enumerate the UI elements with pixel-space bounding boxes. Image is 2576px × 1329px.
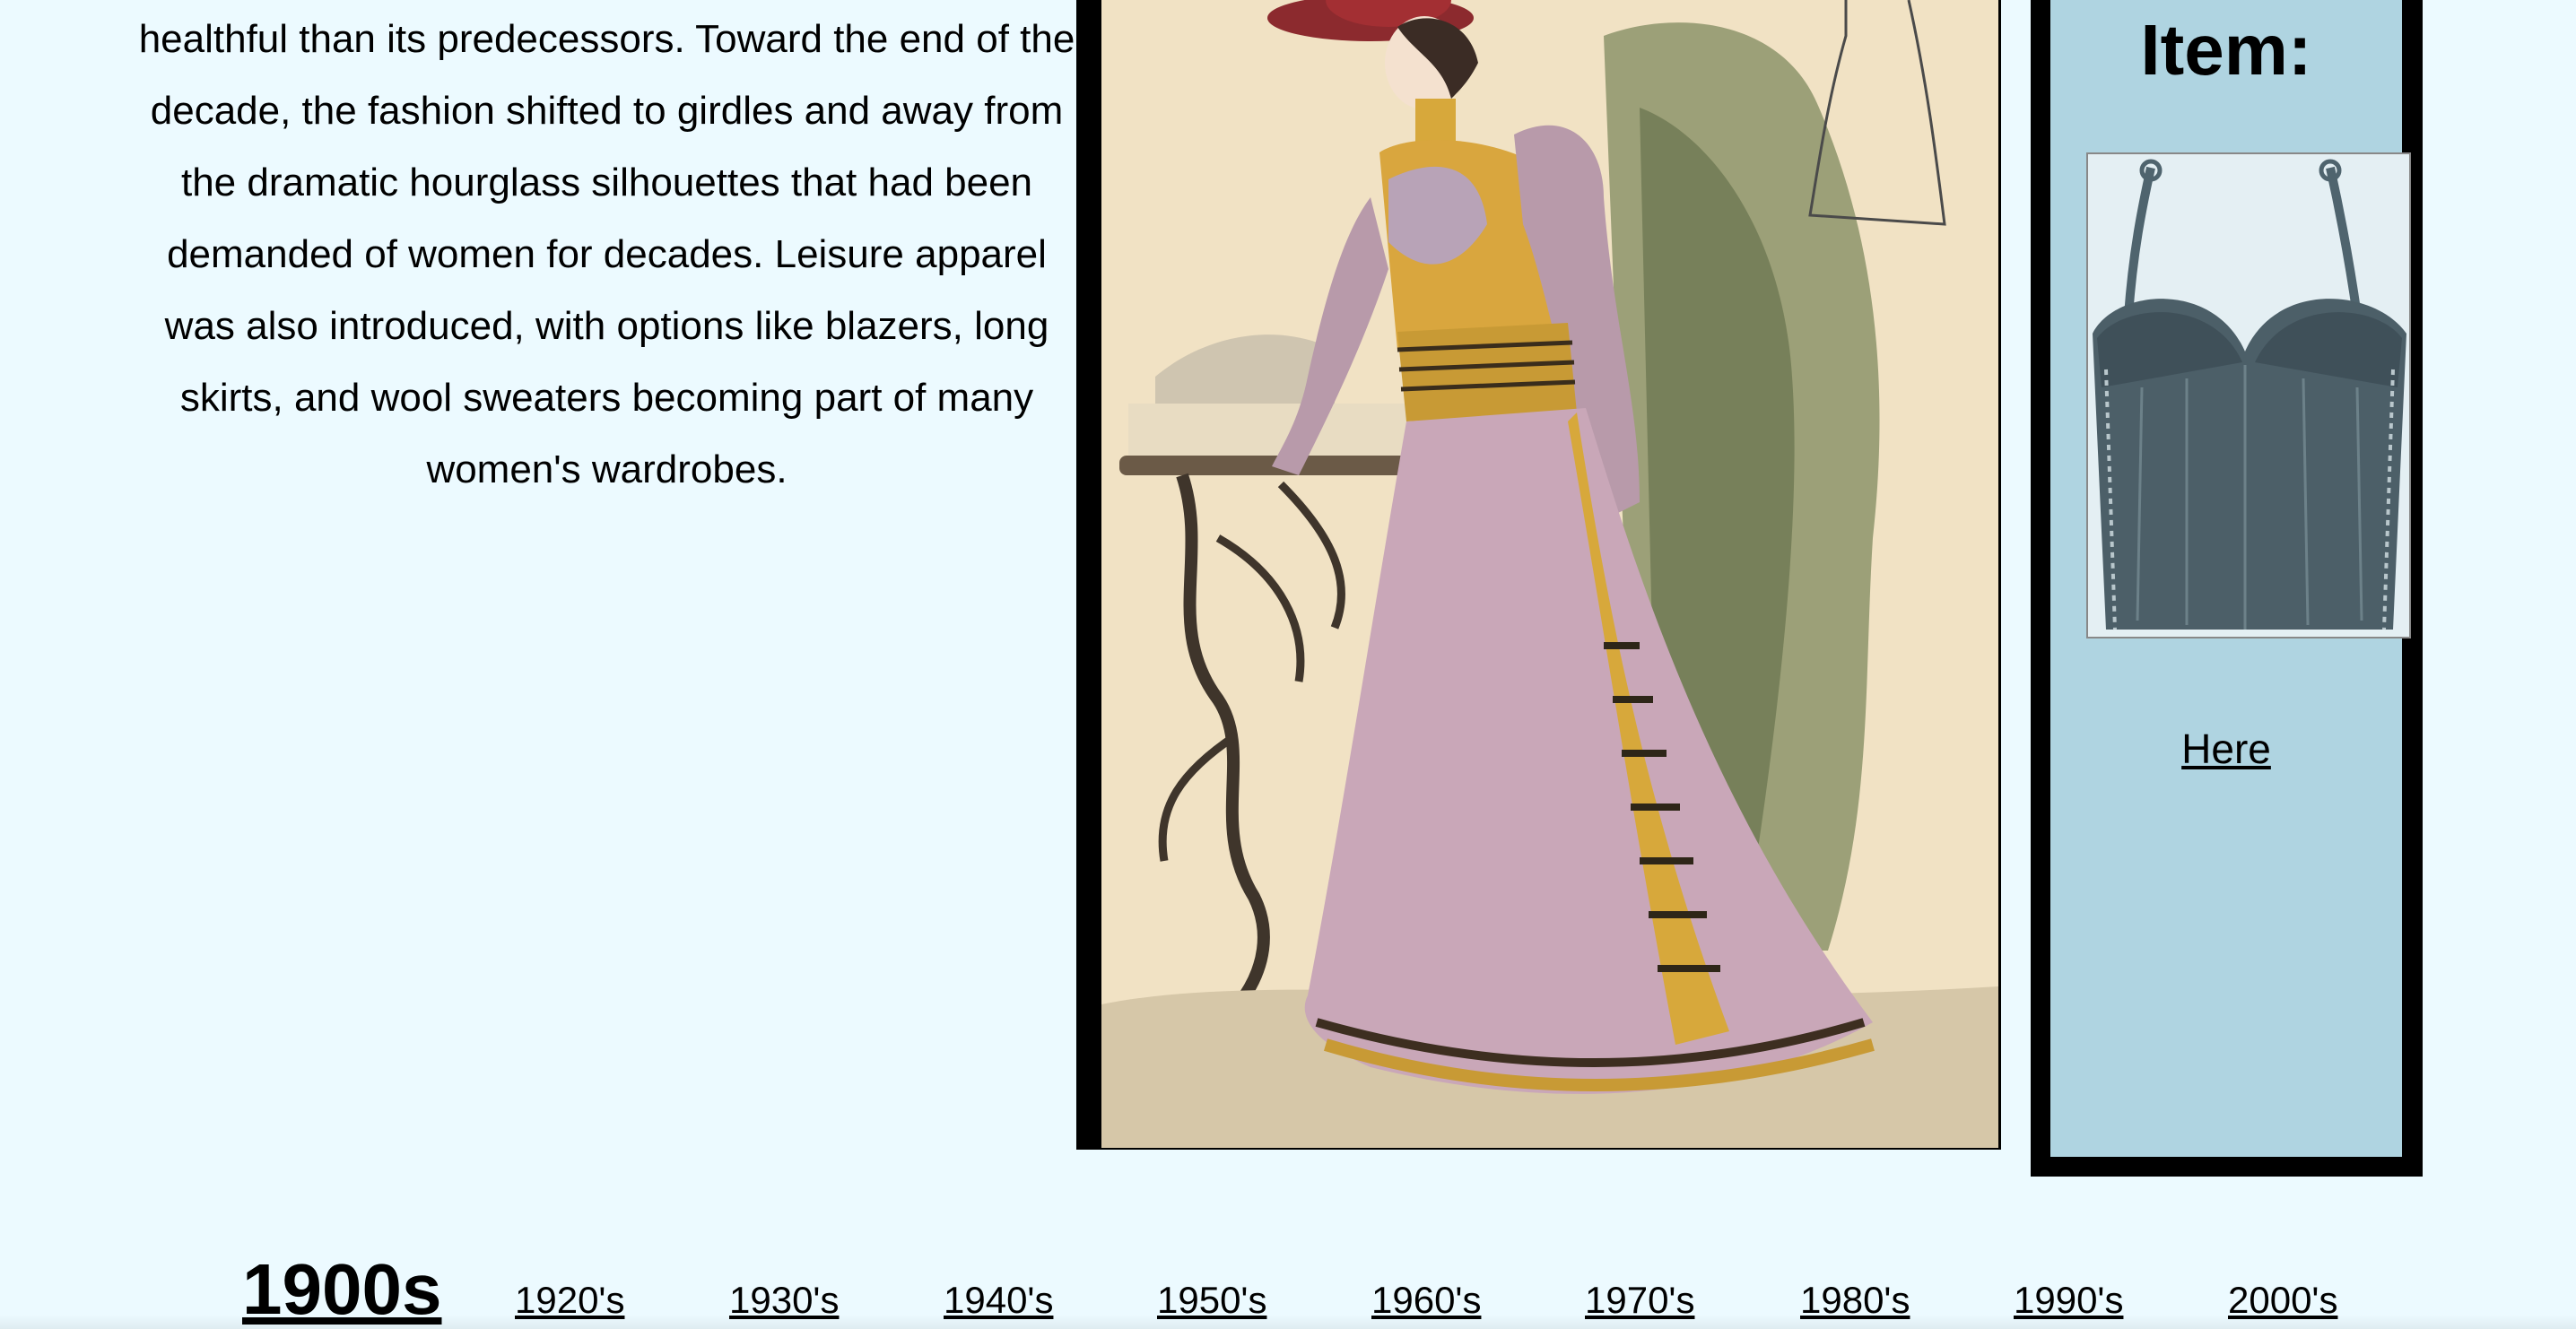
item-panel-inner: Item: Here — [2050, 0, 2411, 1157]
item-heading: Item: — [2140, 10, 2312, 90]
bustier-drawing — [2088, 154, 2409, 637]
item-here-link[interactable]: Here — [2050, 725, 2402, 773]
illustration-frame — [1076, 0, 2001, 1150]
bottom-shadow — [0, 1315, 2576, 1329]
item-panel: Item: Here — [2031, 0, 2423, 1177]
era-description: healthful than its predecessors. Toward … — [138, 17, 1075, 491]
page: healthful than its predecessors. Toward … — [0, 0, 2576, 1329]
fashion-illustration — [1101, 0, 1998, 1148]
corset-image — [2086, 152, 2411, 638]
victorian-dress-drawing — [1101, 0, 1998, 1148]
